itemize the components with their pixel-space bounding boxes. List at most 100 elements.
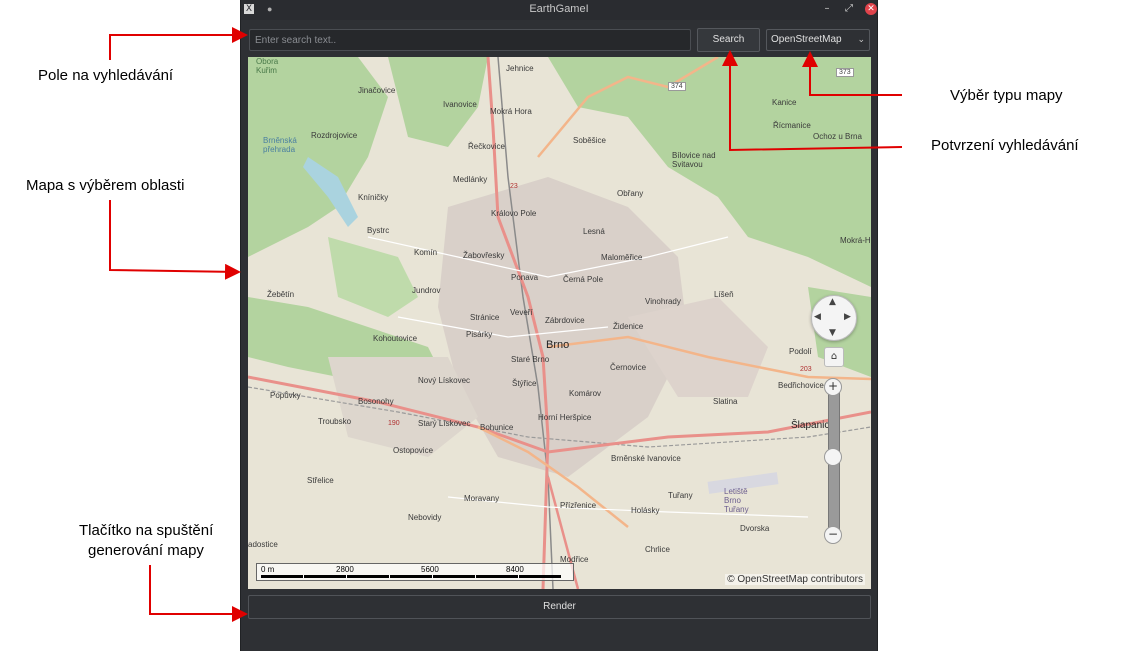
map-place-label: Dvorska	[740, 524, 770, 533]
zoom-out-button[interactable]: −	[824, 526, 842, 544]
map-place-label: Jundrov	[412, 286, 441, 295]
minimize-icon[interactable]: –	[821, 3, 833, 15]
scale-bar: 0 m 2800 5600 8400	[256, 563, 574, 581]
road-number-label: 203	[800, 366, 812, 373]
search-button[interactable]: Search	[697, 28, 760, 52]
map-place-label: Horní Heršpice	[538, 413, 592, 422]
pan-left-icon[interactable]: ◀	[814, 312, 821, 322]
map-place-label: Staré Brno	[511, 355, 550, 364]
map-place-label: Jinačovice	[358, 86, 396, 95]
road-number-label: 23	[510, 183, 518, 190]
arrow-render-button	[149, 565, 248, 622]
map-place-label: Obora Kuřim	[256, 57, 279, 75]
map-place-label: Medlánky	[453, 175, 488, 184]
map-place-label: Popůvky	[270, 391, 301, 400]
scale-label: 8400	[506, 565, 524, 574]
map-place-label: Komárov	[569, 389, 602, 398]
map-place-label: Brněnské Ivanovice	[611, 454, 681, 463]
map-place-label: Žabovřesky	[463, 251, 505, 260]
home-icon[interactable]: ⌂	[824, 347, 844, 367]
map-type-value: OpenStreetMap	[771, 34, 842, 45]
road-number-label: 374	[668, 82, 686, 91]
map-place-label: Chrlice	[645, 545, 670, 554]
pan-down-icon[interactable]: ▼	[829, 328, 836, 338]
map-place-label: Ivanovice	[443, 100, 477, 109]
map-place-label: Rozdrojovice	[311, 131, 358, 140]
map-place-label: Bedřichovice	[778, 381, 824, 390]
map-place-label: Soběšice	[573, 136, 606, 145]
map-place-label: Moravany	[464, 494, 500, 503]
pan-right-icon[interactable]: ▶	[844, 312, 851, 322]
map-place-label: Černovice	[610, 363, 647, 372]
map-place-label: Řícmanice	[773, 121, 811, 130]
map-place-label: Mokrá Hora	[490, 107, 532, 116]
annotation-map-area: Mapa s výběrem oblasti	[26, 177, 185, 194]
annotation-search-field: Pole na vyhledávání	[38, 67, 174, 84]
map-view[interactable]: Jehnice Jinačovice Ivanovice Mokrá Hora …	[248, 57, 871, 589]
map-place-label: Slatina	[713, 397, 738, 406]
annotation-render-line2: generování mapy	[88, 542, 204, 559]
map-place-label: Štýřice	[512, 379, 537, 388]
map-place-label: Vinohrady	[645, 297, 681, 306]
map-city-label: Brno	[546, 339, 570, 351]
map-place-label: Tuřany	[668, 491, 693, 500]
map-place-label: Mokrá-Ho	[840, 236, 871, 245]
map-place-label: Maloměřice	[601, 253, 643, 262]
scale-label: 5600	[421, 565, 439, 574]
map-place-label: Starý Lískovec	[418, 419, 471, 428]
search-input[interactable]	[249, 29, 691, 51]
map-place-label: Bohunice	[480, 423, 514, 432]
map-place-label: Bystrc	[367, 226, 390, 235]
map-place-label: Střelice	[307, 476, 334, 485]
map-place-label: Žebětín	[267, 290, 295, 299]
zoom-in-button[interactable]: +	[824, 378, 842, 396]
map-place-label: Stránice	[470, 313, 500, 322]
map-place-label: Černá Pole	[563, 275, 604, 284]
map-place-label: Komín	[414, 248, 438, 257]
chevron-down-icon: ⌄	[857, 35, 865, 45]
map-place-label: Brněnská přehrada	[263, 136, 297, 154]
map-place-label: Ponava	[511, 273, 539, 282]
map-place-label: Přízřenice	[560, 501, 597, 510]
title-bar: X ● EarthGameI – ⤢ ✕	[241, 0, 877, 20]
map-place-label: Řečkovice	[468, 142, 505, 151]
map-place-label: Zábrdovice	[545, 316, 585, 325]
app-window: X ● EarthGameI – ⤢ ✕ Search OpenStreetMa…	[240, 0, 878, 651]
map-place-label: Bosonohy	[358, 397, 394, 406]
zoom-slider-handle[interactable]	[824, 447, 842, 466]
map-place-label: Podolí	[789, 347, 812, 356]
map-place-label: Židenice	[613, 322, 644, 331]
map-place-label: Kohoutovice	[373, 334, 418, 343]
map-place-label: Holásky	[631, 506, 660, 515]
render-button[interactable]: Render	[248, 595, 871, 619]
road-number-label: 190	[388, 420, 400, 427]
map-place-label: Lesná	[583, 227, 605, 236]
scale-bar-graphic	[261, 575, 561, 578]
pan-up-icon[interactable]: ▲	[829, 297, 836, 307]
pan-control[interactable]: ▲ ▼ ◀ ▶	[811, 295, 857, 341]
map-place-label: Bílovice nad Svitavou	[672, 151, 716, 169]
map-place-label: Líšeň	[714, 290, 734, 299]
map-place-label: Letiště Brno Tuřany	[724, 487, 749, 514]
map-place-label: Pisárky	[466, 330, 493, 339]
annotation-search-confirm: Potvrzení vyhledávání	[931, 137, 1079, 154]
annotation-render-line1: Tlačítko na spuštění	[79, 522, 214, 539]
arrow-search-field	[109, 27, 248, 60]
maximize-icon[interactable]: ⤢	[843, 3, 855, 15]
map-attribution[interactable]: © OpenStreetMap contributors	[725, 574, 865, 585]
map-place-label: adostice	[248, 540, 278, 549]
arrow-map-area	[109, 200, 241, 280]
close-icon[interactable]: ✕	[865, 3, 877, 15]
map-place-label: Královo Pole	[491, 209, 537, 218]
map-type-select[interactable]: OpenStreetMap ⌄	[766, 29, 870, 51]
scale-label: 2800	[336, 565, 354, 574]
map-place-label: Obřany	[617, 189, 644, 198]
map-place-label: Ostopovice	[393, 446, 434, 455]
scale-label: 0 m	[261, 565, 275, 574]
annotation-map-type: Výběr typu mapy	[950, 87, 1063, 104]
map-place-label: Nový Lískovec	[418, 376, 471, 385]
map-place-label: Nebovidy	[408, 513, 442, 522]
map-place-label: Troubsko	[318, 417, 352, 426]
map-place-label: Jehnice	[506, 64, 534, 73]
map-place-label: Ochoz u Brna	[813, 132, 862, 141]
